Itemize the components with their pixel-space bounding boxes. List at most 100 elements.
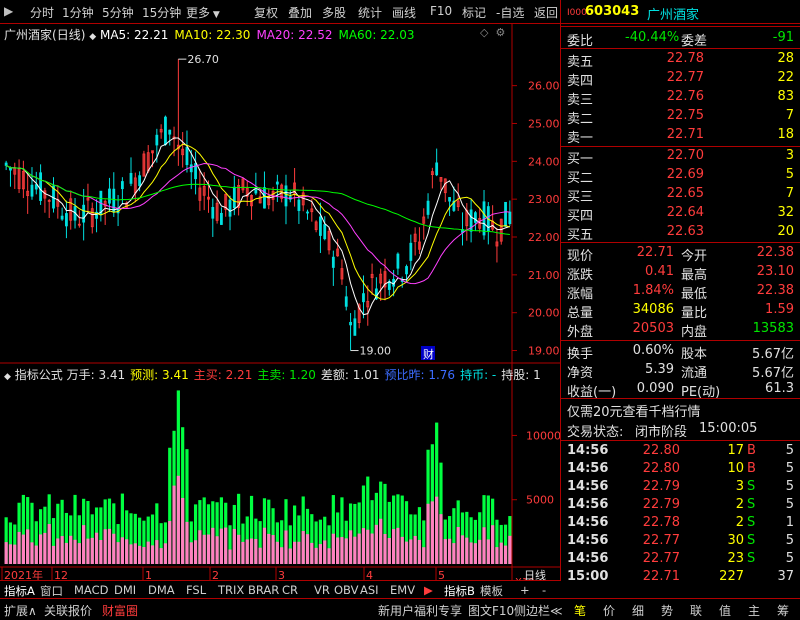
volume-bar-buy <box>215 536 219 564</box>
quote-tab[interactable]: 主 <box>748 602 760 619</box>
bid-level-label: 买二 <box>567 171 594 186</box>
tick-count: 5 <box>785 533 794 548</box>
fund-value: 5.67亿 <box>752 366 794 381</box>
tab-1min[interactable]: 1分钟 <box>62 4 94 21</box>
volume-bar-buy <box>344 538 348 564</box>
tick-side: B <box>747 443 756 458</box>
tab-more[interactable]: 更多 ▼ <box>186 4 220 21</box>
volume-bar-buy <box>172 485 176 564</box>
indicator-tab[interactable]: + <box>520 583 530 597</box>
kline-chart-panel[interactable]: 广州酒家(日线) ◆ MA5: 22.21 MA10: 22.30 MA20: 22… <box>0 24 560 590</box>
indicator-tab[interactable]: - <box>542 583 546 597</box>
volume-bar-buy <box>254 539 258 564</box>
diejia-button[interactable]: 叠加 <box>288 4 312 21</box>
huaxian-button[interactable]: 画线 <box>392 4 416 21</box>
tab-scroll-right-icon[interactable]: ▶ <box>424 583 433 597</box>
quote-tab[interactable]: 细 <box>632 602 644 619</box>
indicator-tab[interactable]: 指标A <box>4 583 35 599</box>
fin-marker[interactable]: 财 <box>423 347 434 361</box>
tick-side: B <box>747 461 756 476</box>
ask-price: 22.71 <box>666 127 704 142</box>
indicator-tab[interactable]: EMV <box>390 583 415 597</box>
quote-tab[interactable]: 联 <box>690 602 702 619</box>
indicator-tab[interactable]: VR <box>314 583 330 597</box>
quote-tab[interactable]: 筹 <box>777 602 789 619</box>
quote-row: 交易状态: 闭市阶段 15:00:05 <box>561 420 800 440</box>
ask-level-row: 卖五 22.78 28 <box>561 50 800 70</box>
bid-volume: 20 <box>777 224 794 239</box>
volume-bar-buy <box>486 539 490 564</box>
status-left-item[interactable]: 扩展∧ <box>4 602 37 619</box>
indicator-tab[interactable]: CR <box>282 583 298 597</box>
candle-body <box>155 134 159 146</box>
indicator-tab[interactable]: 模板 <box>480 583 503 599</box>
indicator-tab[interactable]: MACD <box>74 583 108 597</box>
candle-body <box>405 266 408 275</box>
tongji-button[interactable]: 统计 <box>358 4 382 21</box>
promo-link[interactable]: 仅需20元查看千档行情 <box>567 401 701 420</box>
volume-bar-buy <box>47 524 51 564</box>
indicator-tab[interactable]: OBV <box>334 583 358 597</box>
indicator-value-item: 预比昨: 1.76 <box>384 368 456 382</box>
quote-tab[interactable]: 价 <box>603 602 615 619</box>
volume-bar-buy <box>318 544 323 564</box>
quote-tab[interactable]: 势 <box>661 602 673 619</box>
volume-bar-buy <box>120 537 124 564</box>
f10-button[interactable]: F10 <box>430 4 452 18</box>
tick-time: 14:56 <box>567 515 609 530</box>
biaoji-button[interactable]: 标记 <box>462 4 486 21</box>
volume-bar-buy <box>383 533 387 564</box>
tab-fenshi[interactable]: 分时 <box>30 4 54 21</box>
volume-bar-buy <box>292 541 297 564</box>
indicator-tab[interactable]: TRIX <box>218 583 244 597</box>
zixuan-button[interactable]: -自选 <box>496 4 524 21</box>
indicator-tab[interactable]: ASI <box>360 583 379 597</box>
indicator-header: ◆ 指标公式 万手: 3.41 预测: 3.41 主买: 2.21 主卖: 1.20 差… <box>4 366 546 383</box>
status-right-item[interactable]: 新用户福利专享 <box>378 602 462 619</box>
indicator-value-item: 持股: 1 <box>501 368 541 382</box>
tab-15min[interactable]: 15分钟 <box>142 4 181 21</box>
tick-time: 15:00 <box>567 569 609 584</box>
kline-svg[interactable]: 26.00 25.00 24.00 23.00 22.00 21.00 20.00 19.00… <box>0 24 560 590</box>
indicator-dropdown-icon[interactable]: ◆ <box>4 372 11 382</box>
volume-bar-buy <box>379 518 383 564</box>
fundamental-row: 换手 0.60% 股本 5.67亿 <box>561 342 800 362</box>
indicator-tab[interactable]: BRAR <box>248 583 279 597</box>
candle-body <box>164 116 167 145</box>
volume-bar-buy <box>392 529 396 564</box>
candle-body <box>435 162 439 176</box>
indicator-tab[interactable]: DMI <box>114 583 136 597</box>
ask-volume: 18 <box>777 127 794 142</box>
status-left-item[interactable]: 财富圈 <box>102 602 138 619</box>
fuquan-button[interactable]: 复权 <box>254 4 278 21</box>
indicator-tab[interactable]: 窗口 <box>40 583 63 599</box>
indicator-tab[interactable]: DMA <box>148 583 175 597</box>
tick-volume: 3 <box>735 479 744 494</box>
status-left-item[interactable]: 关联报价 <box>44 602 92 619</box>
quote-tab[interactable]: 值 <box>719 602 731 619</box>
quote-row[interactable]: 仅需20元查看千档行情 <box>561 400 800 420</box>
status-right-item[interactable]: 侧边栏≪ <box>514 602 563 619</box>
ask-volume: 22 <box>777 70 794 85</box>
quote-tab[interactable]: 笔 <box>574 602 586 619</box>
fund-label: 股本 <box>681 347 708 362</box>
tab-5min[interactable]: 5分钟 <box>102 4 134 21</box>
back-button[interactable]: 返回 <box>534 4 558 21</box>
volume-bar-buy <box>400 536 404 564</box>
price-tick-label: 24.00 <box>528 155 560 168</box>
tick-count: 1 <box>785 515 794 530</box>
volume-bar-buy <box>508 535 512 564</box>
volume-bar-buy <box>245 539 249 564</box>
indicator-value-item: 预测: 3.41 <box>130 368 189 382</box>
volume-bar-buy <box>331 533 335 564</box>
status-right-item[interactable]: 图文F10 <box>468 602 514 619</box>
toolbar-arrow-icon[interactable]: ▶ <box>4 4 13 18</box>
indicator-tab[interactable]: FSL <box>186 583 206 597</box>
indicator-tab[interactable]: 指标B <box>444 583 475 599</box>
tick-volume: 227 <box>719 569 744 584</box>
volume-bar-buy <box>168 521 172 564</box>
tick-row: 14:56 22.79 3 S 5 <box>561 478 800 497</box>
duogu-button[interactable]: 多股 <box>322 4 346 21</box>
bid-level-label: 买四 <box>567 209 594 224</box>
candle-body <box>323 224 327 240</box>
